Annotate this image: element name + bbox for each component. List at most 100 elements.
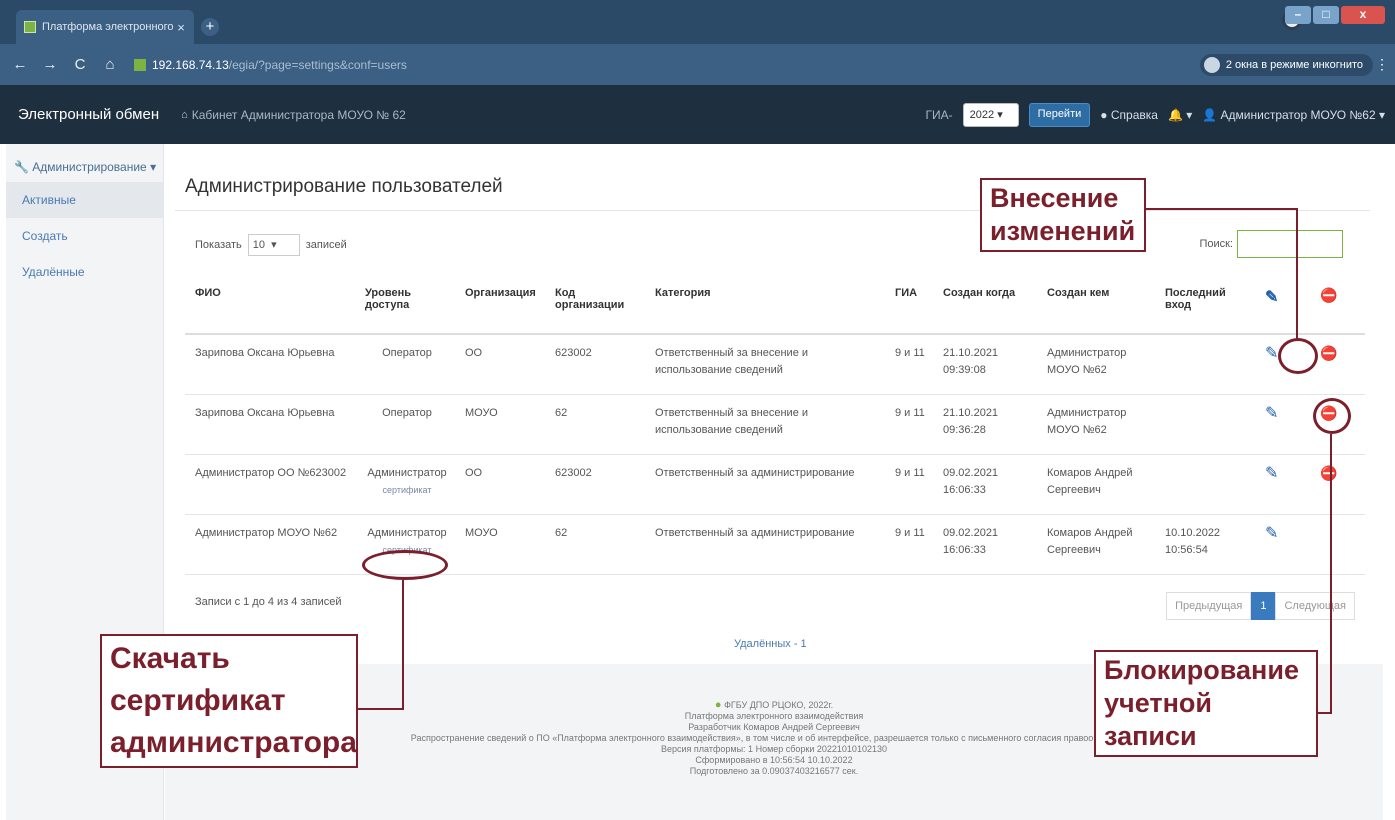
cell-edit: ✎ [1255, 394, 1310, 455]
cell-last-login [1155, 394, 1255, 455]
year-select[interactable]: 2022 ▾ [962, 102, 1019, 127]
entries-label: записей [305, 239, 347, 251]
page-length-select[interactable]: 10 ▾ [247, 234, 300, 256]
minimize-button[interactable]: – [1285, 6, 1311, 24]
maximize-button[interactable]: □ [1313, 6, 1339, 24]
tab-title: Платформа электронного взаи [42, 21, 174, 33]
close-window-button[interactable]: x [1341, 6, 1385, 24]
browser-menu-icon[interactable]: ⋮ [1375, 56, 1389, 73]
sidebar-item-create[interactable]: Создать [6, 218, 163, 254]
cell-gia: 9 и 11 [885, 394, 933, 455]
cell-gia: 9 и 11 [885, 514, 933, 575]
deleted-users-link[interactable]: Удалённых - 1 [734, 638, 807, 650]
connector-cert-h [356, 708, 404, 710]
level-text: Оператор [382, 406, 432, 419]
sidebar-section[interactable]: 🔧 Администрирование ▾ [6, 144, 163, 174]
cell-gia: 9 и 11 [885, 334, 933, 395]
prev-page-button[interactable]: Предыдущая [1166, 592, 1252, 620]
notifications-dropdown[interactable]: 🔔 ▾ [1168, 108, 1192, 122]
sidebar-item-deleted[interactable]: Удалённые [6, 254, 163, 290]
brand[interactable]: Электронный обмен [18, 106, 159, 123]
cell-org: МОУО [455, 514, 545, 575]
cell-edit: ✎ [1255, 454, 1310, 515]
go-button[interactable]: Перейти [1028, 102, 1091, 127]
column-code[interactable]: Код организации [545, 269, 645, 335]
home-icon[interactable]: ⌂ [100, 56, 120, 73]
pencil-icon: ✎ [1265, 289, 1279, 306]
incognito-icon [1203, 57, 1220, 73]
home-icon: ⌂ [181, 108, 188, 121]
connector-cert-v [402, 580, 404, 710]
cell-category: Ответственный за администрирование [645, 514, 885, 575]
cell-gia: 9 и 11 [885, 454, 933, 515]
app-navbar: Электронный обмен ⌂ Кабинет Администрато… [0, 85, 1395, 144]
certificate-highlight-ring [362, 550, 448, 580]
column-org[interactable]: Организация [455, 269, 545, 335]
tab-close-button[interactable]: × [174, 20, 188, 35]
column-last-login[interactable]: Последний вход [1155, 269, 1255, 335]
level-text: Администратор [367, 526, 447, 539]
level-text: Оператор [382, 347, 432, 359]
site-info-icon[interactable] [134, 58, 146, 71]
reload-icon[interactable]: C [70, 56, 90, 73]
browser-tab[interactable]: Платформа электронного взаи × [16, 10, 194, 44]
url-field[interactable]: 192.168.74.13/egia/?page=settings&conf=u… [152, 58, 407, 72]
connector-block-h [1316, 712, 1332, 714]
column-edit: ✎ [1255, 269, 1310, 335]
sidebar-item-active[interactable]: Активные [6, 182, 163, 218]
callout-edit: Внесение изменений [980, 178, 1146, 252]
window-controls: – □ x [1285, 6, 1385, 24]
next-page-button[interactable]: Следующая [1275, 592, 1355, 620]
cell-block [1310, 514, 1365, 575]
cell-fio: Администратор МОУО №62 [185, 514, 355, 575]
column-level[interactable]: Уровень доступа [355, 269, 455, 335]
edit-user-button[interactable]: ✎ [1265, 345, 1278, 362]
edit-highlight-ring [1278, 338, 1318, 374]
table-row: Зарипова Оксана Юрьевна Оператор ОО 6230… [185, 334, 1365, 395]
cell-level: Оператор [355, 334, 455, 395]
column-category[interactable]: Категория [645, 269, 885, 335]
cell-created: 09.02.2021 16:06:33 [933, 454, 1037, 515]
cell-code: 62 [545, 514, 645, 575]
new-tab-button[interactable]: + [201, 18, 219, 36]
wrench-icon: 🔧 [14, 160, 29, 174]
user-menu[interactable]: 👤 Администратор МОУО №62 ▾ [1202, 108, 1385, 122]
cell-code: 623002 [545, 334, 645, 395]
address-bar: ← → C ⌂ 192.168.74.13/egia/?page=setting… [0, 44, 1395, 85]
block-user-button[interactable]: ⛔ [1320, 465, 1337, 481]
search-label: Поиск: [1199, 238, 1233, 250]
cabinet-link[interactable]: Кабинет Администратора МОУО № 62 [192, 108, 406, 122]
column-gia[interactable]: ГИА [885, 269, 933, 335]
column-created[interactable]: Создан когда [933, 269, 1037, 335]
cell-created: 09.02.2021 16:06:33 [933, 514, 1037, 575]
certificate-link[interactable]: сертификат [365, 482, 449, 499]
back-icon[interactable]: ← [10, 56, 30, 73]
forward-icon[interactable]: → [40, 56, 60, 73]
cell-created-by: Комаров Андрей Сергеевич [1037, 514, 1155, 575]
column-fio[interactable]: ФИО [185, 269, 355, 335]
search-input[interactable] [1237, 230, 1343, 258]
edit-user-button[interactable]: ✎ [1265, 405, 1278, 422]
browser-tab-bar: Платформа электронного взаи × + – □ x [0, 0, 1395, 44]
title-divider [175, 210, 1370, 211]
edit-user-button[interactable]: ✎ [1265, 465, 1278, 482]
users-table: ФИО Уровень доступа Организация Код орга… [185, 269, 1365, 575]
pagination: Предыдущая 1 Следующая [1166, 592, 1355, 620]
cell-last-login [1155, 334, 1255, 395]
block-user-button[interactable]: ⛔ [1320, 345, 1337, 361]
edit-user-button[interactable]: ✎ [1265, 525, 1278, 542]
cell-org: ОО [455, 334, 545, 395]
incognito-badge[interactable]: 2 окна в режиме инкогнито [1199, 54, 1373, 76]
show-label: Показать [195, 239, 242, 251]
table-info: Записи с 1 до 4 из 4 записей [195, 596, 342, 608]
cell-code: 623002 [545, 454, 645, 515]
help-link[interactable]: ● Справка [1100, 108, 1158, 122]
connector-block-v [1330, 434, 1332, 714]
year-value: 2022 [969, 108, 995, 121]
cell-last-login: 10.10.2022 10:56:54 [1155, 514, 1255, 575]
page-1-button[interactable]: 1 [1251, 592, 1276, 620]
column-created-by[interactable]: Создан кем [1037, 269, 1155, 335]
cell-category: Ответственный за администрирование [645, 454, 885, 515]
cell-last-login [1155, 454, 1255, 515]
cell-edit: ✎ [1255, 514, 1310, 575]
